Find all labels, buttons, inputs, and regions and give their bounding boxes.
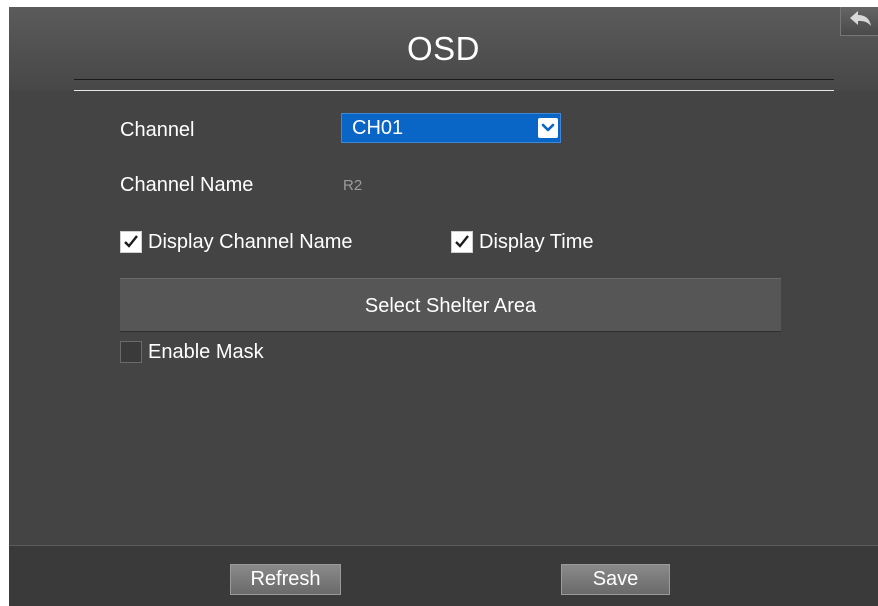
page-title: OSD — [406, 30, 480, 67]
title-divider-dark — [74, 79, 834, 80]
select-shelter-area-button[interactable]: Select Shelter Area — [120, 278, 781, 332]
refresh-button[interactable]: Refresh — [230, 564, 341, 595]
channel-select[interactable]: CH01 — [341, 113, 561, 143]
osd-dialog: OSD Channel CH01 Channel Name R2 Display… — [9, 7, 878, 606]
channel-select-value: CH01 — [352, 117, 404, 139]
display-channel-name-label[interactable]: Display Channel Name — [148, 230, 353, 254]
chevron-down-icon[interactable] — [538, 118, 558, 138]
footer-bar: Refresh Save — [9, 545, 878, 606]
channel-name-label: Channel Name — [120, 174, 254, 196]
title-bar: OSD — [9, 7, 878, 91]
back-button[interactable] — [840, 7, 878, 36]
enable-mask-checkbox[interactable] — [120, 341, 142, 363]
checkmark-icon — [455, 235, 469, 248]
display-time-label[interactable]: Display Time — [479, 230, 593, 254]
channel-name-value: R2 — [343, 177, 363, 194]
title-divider-light — [74, 90, 834, 91]
channel-label: Channel — [120, 119, 195, 141]
enable-mask-label[interactable]: Enable Mask — [148, 340, 264, 364]
display-time-checkbox[interactable] — [451, 231, 473, 253]
select-shelter-area-label: Select Shelter Area — [364, 295, 537, 317]
checkmark-icon — [124, 235, 138, 248]
back-arrow-icon — [841, 11, 877, 38]
display-channel-name-checkbox[interactable] — [120, 231, 142, 253]
save-button[interactable]: Save — [561, 564, 670, 595]
